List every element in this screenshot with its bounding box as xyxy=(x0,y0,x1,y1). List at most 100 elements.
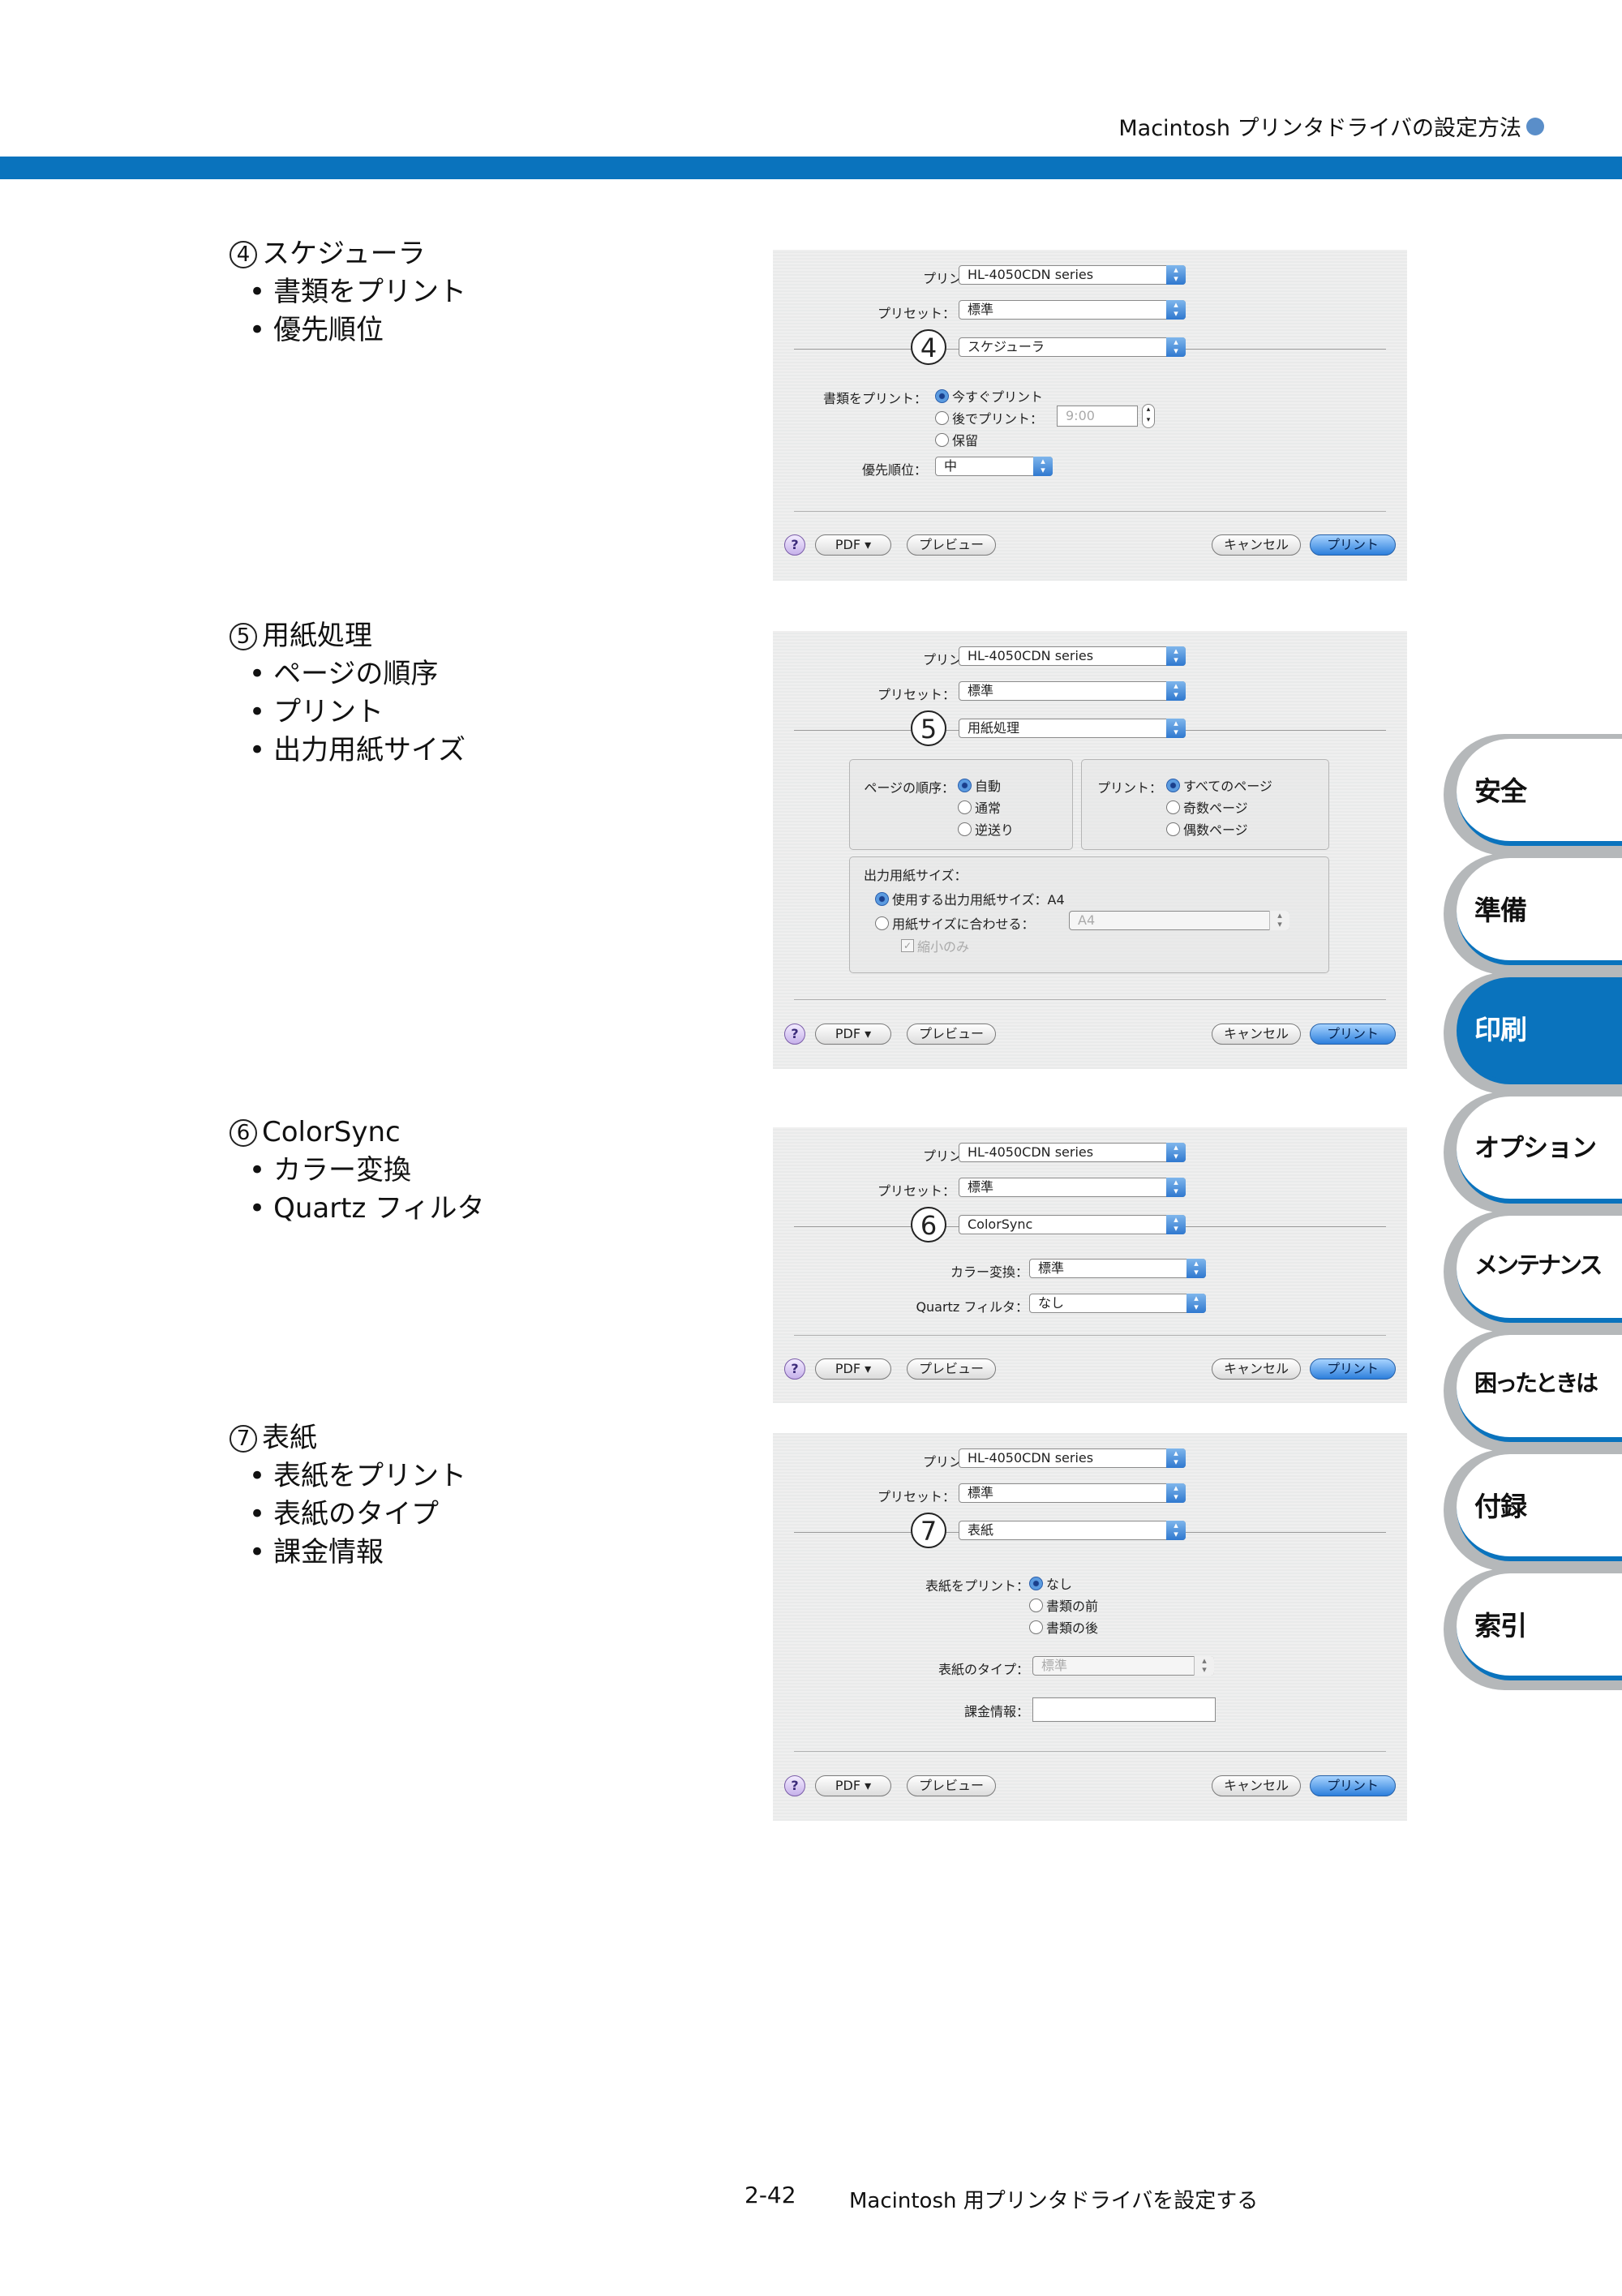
popup-arrows-icon: ▴ ▾ xyxy=(1166,1521,1186,1540)
cancel-button[interactable]: キャンセル xyxy=(1212,534,1301,556)
cancel-button[interactable]: キャンセル xyxy=(1212,1775,1301,1796)
preview-button[interactable]: プレビュー xyxy=(907,1358,996,1380)
popup-arrows-icon: ▴ ▾ xyxy=(1166,1483,1186,1503)
preview-button[interactable]: プレビュー xyxy=(907,1024,996,1045)
section-cover-page: 7表紙 表紙をプリント 表紙のタイプ 課金情報 xyxy=(230,1419,466,1572)
divider xyxy=(794,999,1386,1000)
preset-popup[interactable]: 標準 ▴ ▾ xyxy=(959,1483,1186,1503)
radio-icon xyxy=(958,800,972,814)
preset-label: プリセット： xyxy=(877,306,955,321)
section-title: 用紙処理 xyxy=(262,620,372,652)
priority-popup[interactable]: 中 ▴ ▾ xyxy=(935,457,1053,476)
print-button[interactable]: プリント xyxy=(1310,1358,1396,1380)
page-number: 2-42 xyxy=(744,2182,796,2208)
help-icon[interactable]: ? xyxy=(784,1024,805,1045)
shrink-only-checkbox[interactable]: ✓ 縮小のみ xyxy=(901,936,969,955)
printer-popup[interactable]: HL-4050CDN series ▴ ▾ xyxy=(959,646,1186,666)
radio-now[interactable]: 今すぐプリント xyxy=(935,386,1043,406)
divider xyxy=(794,1335,1386,1336)
radio-hold[interactable]: 保留 xyxy=(935,430,978,449)
radio-icon xyxy=(958,822,972,836)
panel-popup[interactable]: スケジューラ ▴ ▾ xyxy=(959,337,1186,357)
paper-label: 出力用紙サイズ： xyxy=(864,868,968,883)
fit-paper-popup[interactable]: A4 ▴ ▾ xyxy=(1069,911,1289,930)
divider xyxy=(794,1751,1386,1752)
section-number: 6 xyxy=(230,1118,257,1147)
radio-icon xyxy=(1029,1598,1043,1612)
pdf-button[interactable]: PDF ▾ xyxy=(815,1024,891,1045)
billing-input[interactable] xyxy=(1032,1697,1216,1722)
pdf-button[interactable]: PDF ▾ xyxy=(815,1358,891,1380)
radio-icon xyxy=(935,432,949,447)
panel-popup[interactable]: 用紙処理 ▴ ▾ xyxy=(959,719,1186,738)
radio-odd-pages[interactable]: 奇数ページ xyxy=(1166,797,1248,817)
preset-popup[interactable]: 標準 ▴ ▾ xyxy=(959,1178,1186,1197)
popup-arrows-icon: ▴ ▾ xyxy=(1166,1215,1186,1234)
preset-popup[interactable]: 標準 ▴ ▾ xyxy=(959,300,1186,320)
section-number: 7 xyxy=(230,1424,257,1453)
preset-popup[interactable]: 標準 ▴ ▾ xyxy=(959,681,1186,701)
preview-button[interactable]: プレビュー xyxy=(907,534,996,556)
tab-troubleshooting[interactable]: 困ったときは xyxy=(1444,1330,1622,1452)
cover-type-popup[interactable]: 標準 ▴ ▾ xyxy=(1032,1656,1214,1676)
cover-type-label: 表紙のタイプ： xyxy=(938,1662,1029,1677)
radio-even-pages[interactable]: 偶数ページ xyxy=(1166,819,1248,839)
tab-preparation[interactable]: 準備 xyxy=(1444,853,1622,975)
bullet-item: Quartz フィルタ xyxy=(230,1190,484,1228)
conversion-popup[interactable]: 標準 ▴ ▾ xyxy=(1029,1259,1206,1278)
radio-cover-after[interactable]: 書類の後 xyxy=(1029,1617,1098,1637)
print-dialog-colorsync: プリンタ： HL-4050CDN series ▴ ▾ プリセット： 標準 ▴ ▾ 6 … xyxy=(773,1127,1407,1403)
tab-index[interactable]: 索引 xyxy=(1444,1569,1622,1690)
radio-selected-icon xyxy=(1029,1576,1043,1590)
checkmark-icon: ✓ xyxy=(901,939,914,952)
popup-arrows-icon: ▴ ▾ xyxy=(1166,1178,1186,1197)
section-title: 表紙 xyxy=(262,1422,317,1454)
print-button[interactable]: プリント xyxy=(1310,1775,1396,1796)
printer-popup[interactable]: HL-4050CDN series ▴ ▾ xyxy=(959,1143,1186,1162)
radio-order-normal[interactable]: 通常 xyxy=(958,797,1001,817)
preview-button[interactable]: プレビュー xyxy=(907,1775,996,1796)
tab-maintenance[interactable]: メンテナンス xyxy=(1444,1211,1622,1333)
tab-options[interactable]: オプション xyxy=(1444,1092,1622,1213)
cancel-button[interactable]: キャンセル xyxy=(1212,1358,1301,1380)
panel-popup[interactable]: ColorSync ▴ ▾ xyxy=(959,1215,1186,1234)
popup-arrows-icon: ▴ ▾ xyxy=(1166,646,1186,666)
printer-popup[interactable]: HL-4050CDN series ▴ ▾ xyxy=(959,1448,1186,1468)
radio-selected-icon xyxy=(1166,778,1180,792)
radio-use-paper[interactable]: 使用する出力用紙サイズ：A4 xyxy=(875,889,1065,908)
cancel-button[interactable]: キャンセル xyxy=(1212,1024,1301,1045)
help-icon[interactable]: ? xyxy=(784,534,805,556)
pdf-button[interactable]: PDF ▾ xyxy=(815,1775,891,1796)
preset-label: プリセット： xyxy=(877,1489,955,1504)
radio-all-pages[interactable]: すべてのページ xyxy=(1166,775,1272,795)
divider xyxy=(794,511,1386,512)
print-button[interactable]: プリント xyxy=(1310,534,1396,556)
order-label: ページの順序： xyxy=(864,780,955,796)
tab-safety[interactable]: 安全 xyxy=(1444,734,1622,856)
tab-appendix[interactable]: 付録 xyxy=(1444,1449,1622,1571)
bullet-item: プリント xyxy=(230,693,466,732)
radio-cover-before[interactable]: 書類の前 xyxy=(1029,1595,1098,1615)
panel-popup[interactable]: 表紙 ▴ ▾ xyxy=(959,1521,1186,1540)
priority-label: 優先順位： xyxy=(861,462,927,478)
radio-icon xyxy=(1029,1620,1043,1634)
pdf-button[interactable]: PDF ▾ xyxy=(815,534,891,556)
radio-later[interactable]: 後でプリント： xyxy=(935,408,1043,427)
section-title: スケジューラ xyxy=(262,238,426,270)
tab-printing[interactable]: 印刷 xyxy=(1444,972,1622,1094)
help-icon[interactable]: ? xyxy=(784,1358,805,1380)
later-time-field[interactable]: 9:00 xyxy=(1057,406,1138,427)
bullet-dot-icon xyxy=(1526,117,1544,135)
bullet-item: 優先順位 xyxy=(230,311,466,350)
time-stepper-icon[interactable]: ▴ ▾ xyxy=(1142,404,1155,428)
print-button[interactable]: プリント xyxy=(1310,1024,1396,1045)
callout-number: 7 xyxy=(911,1513,946,1548)
section-number: 5 xyxy=(230,622,257,650)
quartz-popup[interactable]: なし ▴ ▾ xyxy=(1029,1294,1206,1313)
radio-order-auto[interactable]: 自動 xyxy=(958,775,1001,795)
radio-fit-paper[interactable]: 用紙サイズに合わせる： xyxy=(875,913,1035,933)
printer-popup[interactable]: HL-4050CDN series ▴ ▾ xyxy=(959,265,1186,285)
radio-order-reverse[interactable]: 逆送り xyxy=(958,819,1014,839)
help-icon[interactable]: ? xyxy=(784,1775,805,1796)
radio-cover-none[interactable]: なし xyxy=(1029,1573,1072,1593)
